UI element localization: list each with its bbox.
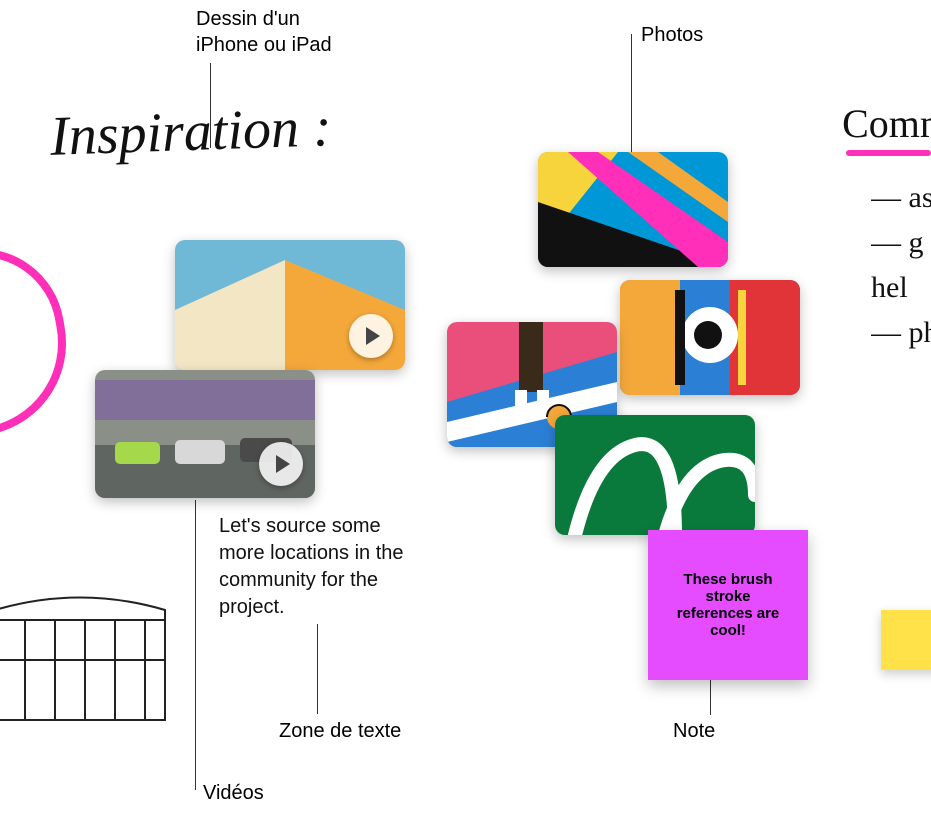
sticky-note-text: These brush stroke references are cool! (666, 571, 790, 639)
callout-drawing-label: Dessin d'un iPhone ou iPad (196, 6, 332, 58)
callout-textzone-line (317, 624, 318, 714)
building-sketch (0, 590, 170, 730)
callout-note-line (710, 680, 711, 715)
handwriting-list-title: Comm (842, 100, 931, 147)
photo-thumbnail-2[interactable] (620, 280, 800, 395)
handwriting-title: Inspiration : (49, 95, 333, 169)
handwriting-list: — as — g hel — ph (871, 175, 931, 355)
callout-videos-label: Vidéos (203, 780, 264, 806)
sticky-note-magenta[interactable]: These brush stroke references are cool! (648, 530, 808, 680)
pink-circle-drawing (0, 235, 81, 450)
play-icon[interactable] (349, 314, 393, 358)
callout-note-label: Note (673, 718, 715, 744)
callout-videos-line (195, 500, 196, 790)
photo-thumbnail-4[interactable] (555, 415, 755, 535)
callout-photos-line (631, 34, 632, 154)
callout-textzone-label: Zone de texte (279, 718, 401, 744)
play-icon[interactable] (259, 442, 303, 486)
callout-photos-label: Photos (641, 22, 703, 48)
video-thumbnail-2[interactable] (95, 370, 315, 498)
sticky-note-yellow[interactable] (881, 610, 931, 670)
handwriting-underline (846, 150, 931, 156)
photo-thumbnail-1[interactable] (538, 152, 728, 267)
video-thumbnail-1[interactable] (175, 240, 405, 370)
text-block[interactable]: Let's source some more locations in the … (219, 513, 429, 621)
